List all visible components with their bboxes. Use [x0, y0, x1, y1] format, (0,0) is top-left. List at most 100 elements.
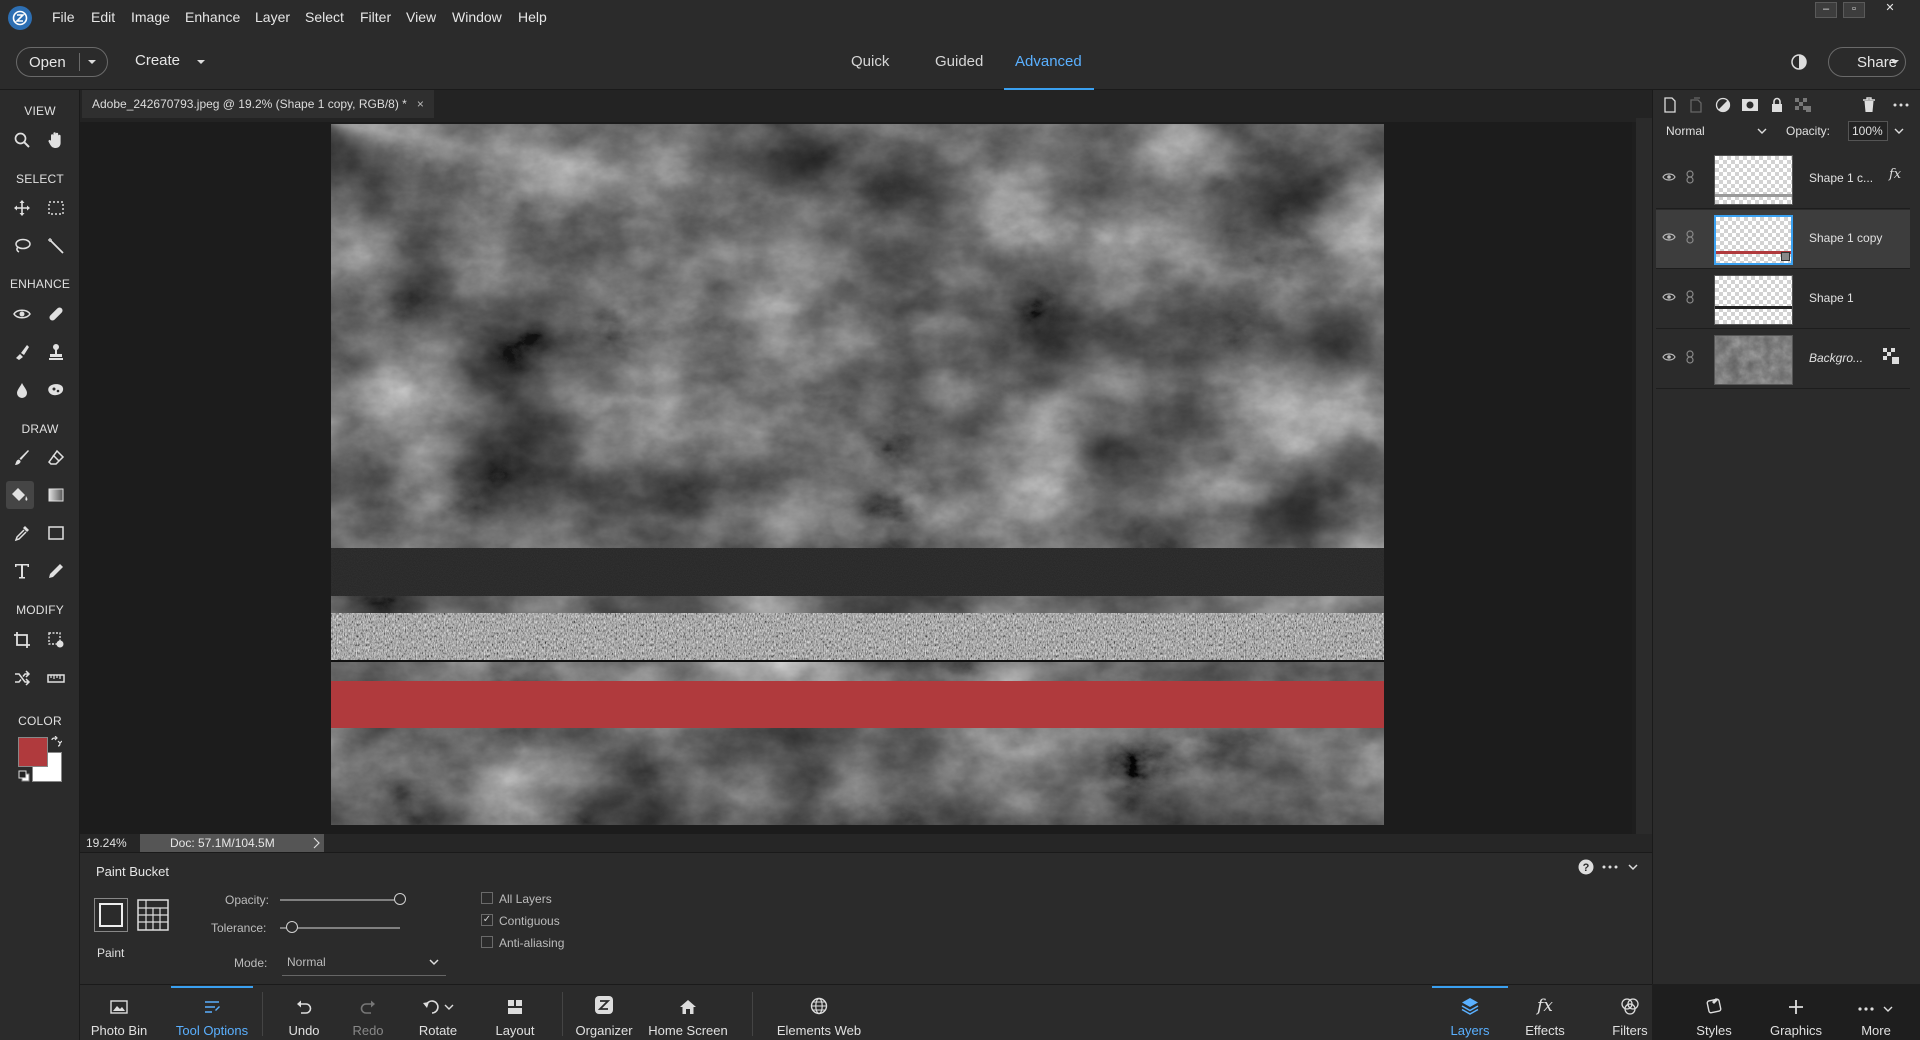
styles-panel-button[interactable]: Styles	[1686, 986, 1742, 1040]
mode-select[interactable]: Normal	[282, 948, 446, 976]
layer-name[interactable]: Backgro...	[1809, 351, 1863, 365]
delete-layer-icon[interactable]	[1860, 96, 1878, 114]
anti-aliasing-checkbox[interactable]	[481, 936, 493, 948]
redo-button[interactable]: Redo	[346, 986, 390, 1040]
layer-row-shape-1[interactable]: Shape 1	[1656, 270, 1910, 329]
home-screen-button[interactable]: Home Screen	[648, 986, 728, 1040]
opacity-slider-knob[interactable]	[394, 893, 406, 905]
close-window-button[interactable]: ✕	[1879, 2, 1901, 18]
zoom-tool-icon[interactable]	[8, 126, 36, 154]
tab-advanced[interactable]: Advanced	[1015, 53, 1082, 70]
minimize-button[interactable]: –	[1815, 2, 1837, 18]
share-button[interactable]: Share	[1828, 47, 1906, 77]
menu-view[interactable]: View	[406, 9, 436, 25]
move-tool-icon[interactable]	[8, 194, 36, 222]
visibility-eye-icon[interactable]	[1662, 172, 1676, 182]
pencil-tool-icon[interactable]	[42, 557, 70, 585]
menu-window[interactable]: Window	[452, 9, 502, 25]
content-aware-move-tool-icon[interactable]	[8, 664, 36, 692]
menu-select[interactable]: Select	[305, 9, 344, 25]
clone-stamp-tool-icon[interactable]	[42, 338, 70, 366]
close-document-icon[interactable]: ×	[417, 97, 424, 111]
menu-file[interactable]: File	[52, 9, 75, 25]
type-tool-icon[interactable]	[8, 557, 36, 585]
create-button[interactable]: Create	[135, 52, 180, 69]
visibility-eye-icon[interactable]	[1662, 352, 1676, 362]
menu-enhance[interactable]: Enhance	[185, 9, 240, 25]
menu-filter[interactable]: Filter	[360, 9, 391, 25]
open-dropdown-icon[interactable]	[85, 52, 99, 72]
visibility-eye-icon[interactable]	[1662, 292, 1676, 302]
layer-link-icon[interactable]	[1686, 230, 1694, 244]
effects-panel-button[interactable]: fx Effects	[1520, 986, 1570, 1040]
help-icon[interactable]: ?	[1578, 859, 1594, 875]
collapse-options-icon[interactable]	[1627, 862, 1639, 872]
tab-guided[interactable]: Guided	[935, 53, 983, 70]
tool-options-button[interactable]: Tool Options	[171, 986, 253, 1040]
layers-panel-button[interactable]: Layers	[1432, 986, 1508, 1040]
healing-brush-tool-icon[interactable]	[42, 300, 70, 328]
menu-layer[interactable]: Layer	[255, 9, 290, 25]
layer-row-shape-1-copy[interactable]: Shape 1 copy	[1656, 210, 1910, 269]
restore-button[interactable]: ▫	[1843, 2, 1865, 18]
more-panels-button[interactable]: More	[1848, 986, 1904, 1040]
layer-mask-icon[interactable]	[1741, 96, 1759, 114]
layer-name[interactable]: Shape 1 copy	[1809, 231, 1882, 245]
marquee-tool-icon[interactable]	[42, 194, 70, 222]
layer-opacity-chevron-icon[interactable]	[1894, 126, 1904, 136]
sponge-tool-icon[interactable]	[42, 376, 70, 404]
elements-web-button[interactable]: Elements Web	[772, 986, 866, 1040]
zoom-readout[interactable]: 19.24%	[86, 836, 127, 850]
swap-colors-icon[interactable]	[50, 736, 62, 748]
organizer-button[interactable]: Organizer	[574, 986, 634, 1040]
photo-bin-button[interactable]: Photo Bin	[84, 986, 154, 1040]
menu-help[interactable]: Help	[518, 9, 547, 25]
smart-brush-tool-icon[interactable]	[8, 338, 36, 366]
new-group-icon[interactable]	[1687, 96, 1705, 114]
magic-wand-tool-icon[interactable]	[42, 232, 70, 260]
document-canvas-image[interactable]	[331, 124, 1384, 825]
panel-more-icon[interactable]	[1892, 96, 1910, 114]
menu-image[interactable]: Image	[131, 9, 170, 25]
layer-row-shape-1-c[interactable]: Shape 1 c... fx	[1656, 150, 1910, 209]
hand-tool-icon[interactable]	[42, 126, 70, 154]
layer-name[interactable]: Shape 1 c...	[1809, 171, 1873, 185]
fill-pattern-option[interactable]	[136, 898, 170, 932]
new-layer-icon[interactable]	[1661, 96, 1679, 114]
vertical-scrollbar[interactable]	[1636, 118, 1652, 834]
layer-name[interactable]: Shape 1	[1809, 291, 1854, 305]
graphics-panel-button[interactable]: Graphics	[1766, 986, 1826, 1040]
undo-button[interactable]: Undo	[282, 986, 326, 1040]
default-colors-icon[interactable]	[18, 770, 30, 782]
lock-transparency-icon[interactable]	[1794, 96, 1812, 114]
crop-tool-icon[interactable]	[8, 626, 36, 654]
eraser-tool-icon[interactable]	[42, 444, 70, 472]
tolerance-slider[interactable]	[280, 927, 400, 929]
foreground-color-swatch[interactable]	[18, 737, 48, 767]
lock-layer-icon[interactable]	[1768, 96, 1786, 114]
layer-opacity-input[interactable]: 100%	[1848, 121, 1888, 141]
layout-button[interactable]: Layout	[492, 986, 538, 1040]
recompose-tool-icon[interactable]	[42, 626, 70, 654]
blend-mode-select[interactable]: Normal	[1662, 124, 1772, 144]
filters-panel-button[interactable]: Filters	[1604, 986, 1656, 1040]
visibility-eye-icon[interactable]	[1662, 232, 1676, 242]
open-button[interactable]: Open	[16, 47, 108, 77]
rectangle-tool-icon[interactable]	[42, 519, 70, 547]
status-arrow-icon[interactable]	[312, 837, 320, 849]
lasso-tool-icon[interactable]	[8, 232, 36, 260]
create-dropdown-icon[interactable]	[194, 54, 208, 70]
layer-row-background[interactable]: Backgro...	[1656, 330, 1910, 389]
options-more-icon[interactable]	[1602, 865, 1618, 869]
layer-fx-icon[interactable]: fx	[1889, 167, 1901, 182]
adjustment-layer-icon[interactable]	[1714, 96, 1732, 114]
app-logo-icon[interactable]	[8, 6, 32, 30]
tolerance-slider-knob[interactable]	[286, 921, 298, 933]
opacity-slider[interactable]	[280, 899, 400, 901]
red-eye-tool-icon[interactable]	[8, 300, 36, 328]
straighten-tool-icon[interactable]	[42, 664, 70, 692]
document-tab[interactable]: Adobe_242670793.jpeg @ 19.2% (Shape 1 co…	[82, 90, 434, 118]
layer-link-icon[interactable]	[1686, 290, 1694, 304]
blur-tool-icon[interactable]	[8, 376, 36, 404]
all-layers-checkbox[interactable]	[481, 892, 493, 904]
